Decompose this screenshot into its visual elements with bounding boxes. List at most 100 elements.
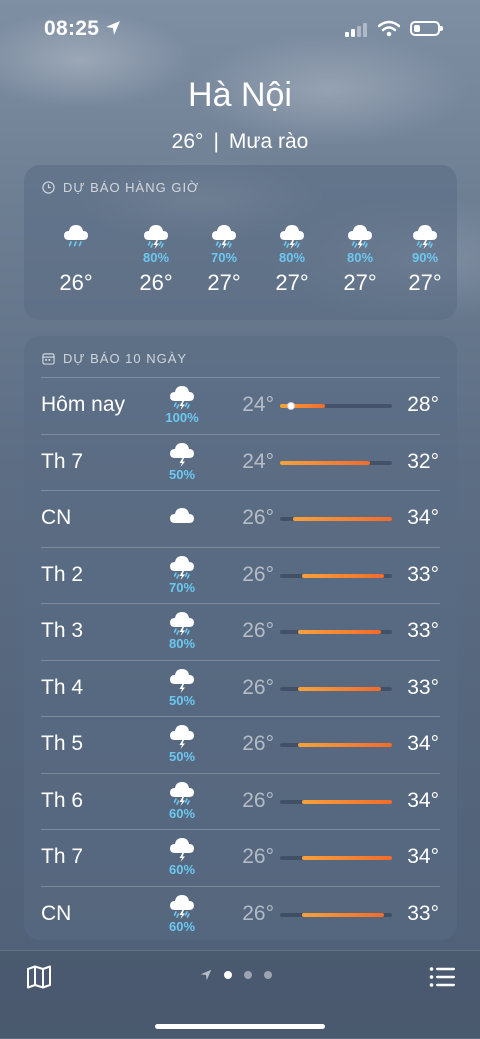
temp-range-track [280, 517, 392, 521]
temp-range-fill [280, 460, 370, 465]
day-label: Th 5 [41, 732, 84, 755]
hourly-temp: 27° [207, 270, 241, 295]
bottom-toolbar [0, 950, 480, 1039]
thunderstorm-rain-icon [170, 386, 194, 410]
precip-chance: 50% [168, 692, 196, 708]
temp-range-track [280, 402, 392, 410]
thunderstorm-icon [170, 725, 194, 749]
row-divider [41, 490, 440, 491]
daily-row[interactable]: CN 60% 26° 33° [24, 885, 457, 942]
precip-chance: 80% [346, 250, 374, 265]
temp-range-track [280, 743, 392, 747]
daily-row[interactable]: Th 5 50% 26° 34° [24, 716, 457, 772]
high-temp: 28° [407, 393, 439, 416]
high-temp: 32° [407, 449, 439, 473]
daily-forecast-card[interactable]: DỰ BÁO 10 NGÀY Hôm nay 100% 24° 28° Th 7 50% 2… [24, 336, 457, 940]
hourly-header-label: DỰ BÁO HÀNG GIỜ [63, 180, 200, 195]
high-temp: 34° [407, 732, 439, 755]
thunderstorm-rain-icon [170, 555, 194, 580]
high-temp: 34° [407, 845, 439, 868]
low-temp: 26° [242, 901, 274, 925]
row-divider [41, 829, 440, 830]
hourly-item: 80% 27° [262, 220, 322, 296]
precip-chance: 80% [168, 636, 196, 651]
precip-chance: 80% [278, 250, 306, 265]
low-temp: 26° [242, 506, 274, 529]
daily-row[interactable]: Th 2 70% 26° 33° [24, 546, 457, 603]
high-temp: 33° [407, 619, 439, 642]
daily-header-label: DỰ BÁO 10 NGÀY [63, 351, 188, 366]
hourly-item: 80% 26° [126, 220, 186, 296]
daily-row[interactable]: Th 7 60% 26° 34° [24, 829, 457, 885]
row-divider [41, 772, 440, 774]
precip-chance: 60% [168, 805, 196, 821]
row-divider [41, 603, 440, 604]
low-temp: 26° [242, 788, 274, 812]
low-temp: 26° [242, 619, 274, 642]
hourly-temp: 26° [139, 270, 173, 295]
location-arrow-icon [200, 969, 212, 981]
calendar-icon [42, 353, 55, 365]
hourly-item: 90% 27° [395, 220, 455, 296]
hourly-forecast-card[interactable]: DỰ BÁO HÀNG GIỜ 26° 80% 26° 70% 27° 80% 27° 80%… [24, 165, 457, 320]
temp-range-track [280, 630, 392, 634]
high-temp: 34° [407, 506, 439, 529]
current-condition: Mưa rào [228, 130, 309, 153]
hourly-item: 80% 27° [330, 220, 390, 296]
status-bar: 08:25 [0, 14, 480, 44]
high-temp: 34° [407, 788, 439, 812]
low-temp: 26° [242, 732, 274, 755]
day-label: Th 7 [41, 845, 84, 868]
current-temp: 26° [171, 130, 204, 153]
wifi-icon [378, 20, 400, 37]
precip-chance: 80% [142, 250, 170, 265]
map-icon[interactable] [26, 965, 52, 989]
list-icon[interactable] [429, 966, 455, 988]
thunderstorm-icon [170, 442, 194, 467]
precip-chance: 70% [210, 250, 238, 265]
page-dot[interactable] [264, 971, 272, 979]
temp-range-fill [302, 799, 392, 804]
daily-row[interactable]: Th 6 60% 26° 34° [24, 772, 457, 829]
precip-chance: 90% [411, 250, 439, 265]
row-divider [41, 716, 440, 717]
precip-chance: 100% [165, 410, 199, 425]
battery-icon [410, 21, 443, 36]
clock-icon [42, 181, 55, 194]
daily-row[interactable]: Hôm nay 100% 24° 28° [24, 377, 457, 433]
hourly-item: 70% 27° [194, 220, 254, 296]
summary-separator: | [213, 130, 219, 153]
low-temp: 24° [242, 449, 274, 473]
temp-range-fill [302, 912, 385, 917]
temp-range-track [280, 460, 392, 465]
page-dot[interactable] [224, 971, 232, 979]
page-indicator[interactable] [200, 969, 272, 981]
page-dot[interactable] [244, 971, 252, 979]
day-label: Th 4 [41, 675, 84, 699]
day-label: Hôm nay [41, 393, 126, 416]
temp-range-track [280, 799, 392, 804]
rain-cloud-icon [64, 225, 88, 247]
home-indicator[interactable] [155, 1024, 325, 1029]
thunderstorm-rain-icon [144, 225, 168, 249]
daily-row[interactable]: Th 3 80% 26° 33° [24, 603, 457, 659]
daily-row[interactable]: CN 26° 34° [24, 490, 457, 546]
thunderstorm-icon [170, 838, 194, 862]
precip-chance: 50% [168, 749, 196, 764]
hourly-temp: 27° [275, 270, 309, 295]
current-summary: 26° | Mưa rào [0, 130, 480, 154]
row-divider [41, 377, 440, 378]
high-temp: 33° [407, 562, 439, 586]
temp-range-track [280, 686, 392, 691]
day-label: CN [41, 901, 72, 925]
thunderstorm-rain-icon [170, 612, 194, 636]
daily-row[interactable]: Th 4 50% 26° 33° [24, 659, 457, 716]
cloud-icon [170, 508, 194, 523]
precip-chance: 50% [168, 466, 196, 482]
daily-header: DỰ BÁO 10 NGÀY [42, 351, 187, 366]
temp-range-fill [302, 573, 385, 578]
precip-chance [46, 250, 106, 265]
thunderstorm-icon [170, 668, 194, 693]
daily-row[interactable]: Th 7 50% 24° 32° [24, 433, 457, 490]
temp-range-fill [297, 686, 381, 691]
